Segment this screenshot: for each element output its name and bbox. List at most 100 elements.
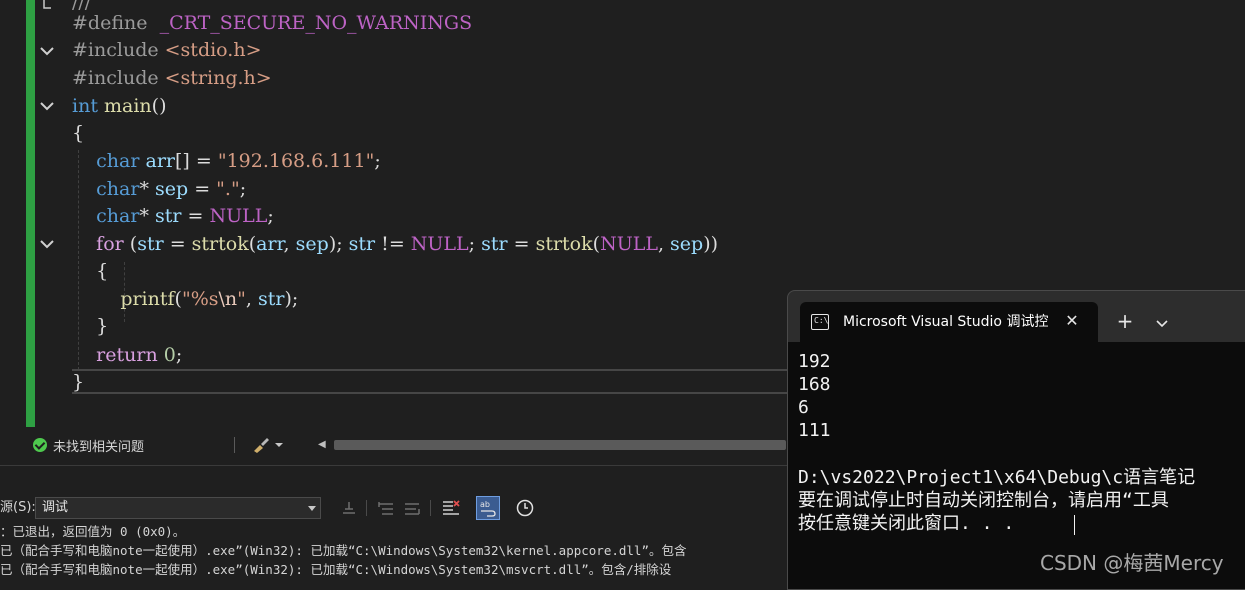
code-token: str bbox=[258, 288, 285, 310]
code-token: ; bbox=[239, 178, 247, 200]
code-token: sep bbox=[670, 233, 704, 255]
current-line-highlight bbox=[72, 369, 792, 394]
code-token: * bbox=[139, 205, 155, 227]
clock-icon[interactable] bbox=[514, 497, 536, 519]
chevron-down-icon bbox=[308, 506, 316, 511]
brush-icon[interactable] bbox=[250, 436, 286, 454]
code-line[interactable]: { bbox=[72, 258, 108, 285]
chevron-down-icon[interactable] bbox=[1152, 313, 1172, 333]
code-token: [] = bbox=[175, 150, 218, 172]
code-token: "." bbox=[216, 178, 240, 200]
text-cursor bbox=[1074, 515, 1075, 535]
code-token: NULL bbox=[209, 205, 268, 227]
code-token: , bbox=[657, 233, 671, 255]
code-token: char bbox=[72, 205, 140, 227]
code-line[interactable]: } bbox=[72, 369, 84, 396]
console-line: 要在调试停止时自动关闭控制台，请启用“工具 bbox=[798, 490, 1169, 511]
console-line: 192 bbox=[798, 351, 831, 372]
output-line: ：已退出，返回值为 0 (0x0)。 bbox=[0, 524, 186, 539]
code-line[interactable]: } bbox=[72, 313, 108, 340]
console-tab[interactable]: C:\ Microsoft Visual Studio 调试控制台 ✕ bbox=[800, 302, 1098, 342]
code-token: strtok bbox=[191, 233, 249, 255]
code-token: "%s bbox=[181, 288, 219, 310]
code-line[interactable]: #include <stdio.h> bbox=[72, 37, 262, 64]
word-wrap-toggle-icon[interactable]: ab bbox=[476, 496, 500, 520]
find-message-icon[interactable] bbox=[338, 497, 360, 519]
output-source-dropdown[interactable]: 调试 bbox=[35, 497, 321, 519]
code-token: = bbox=[163, 233, 192, 255]
collapse-chevron-icon[interactable] bbox=[38, 97, 56, 117]
code-line[interactable]: char arr[] = "192.168.6.111"; bbox=[72, 148, 381, 175]
issues-text: 未找到相关问题 bbox=[53, 439, 145, 455]
toolbar-separator bbox=[430, 500, 431, 516]
code-line[interactable]: printf("%s\n", str); bbox=[72, 286, 298, 313]
code-line[interactable]: char* sep = "."; bbox=[72, 176, 246, 203]
code-token: } bbox=[72, 371, 85, 393]
issues-indicator[interactable]: 未找到相关问题 bbox=[33, 436, 145, 455]
code-token: } bbox=[72, 315, 109, 337]
console-line: 168 bbox=[798, 374, 831, 395]
console-tab-title: Microsoft Visual Studio 调试控制台 bbox=[843, 314, 1048, 330]
code-token: = bbox=[188, 178, 217, 200]
terminal-icon: C:\ bbox=[811, 314, 829, 330]
console-output[interactable]: 192 168 6 111 D:\vs2022\Project1\x64\Deb… bbox=[788, 342, 1245, 589]
code-token: = bbox=[507, 233, 536, 255]
code-token: char bbox=[72, 150, 146, 172]
console-line: 按任意键关闭此窗口. . . bbox=[798, 513, 1015, 534]
code-token: NULL bbox=[410, 233, 469, 255]
fold-bracket-icon bbox=[38, 0, 56, 14]
code-line[interactable]: { bbox=[72, 120, 84, 147]
collapse-chevron-icon[interactable] bbox=[38, 42, 56, 62]
code-token: str bbox=[348, 233, 376, 255]
code-token: char bbox=[72, 178, 140, 200]
code-line[interactable]: char* str = NULL; bbox=[72, 203, 274, 230]
code-token: )) bbox=[703, 233, 719, 255]
code-token: "192.168.6.111" bbox=[217, 150, 375, 172]
previous-message-icon[interactable] bbox=[375, 497, 397, 519]
debug-console-window[interactable]: C:\ Microsoft Visual Studio 调试控制台 ✕ + 19… bbox=[787, 290, 1245, 590]
code-token: str bbox=[137, 233, 164, 255]
code-token: #define bbox=[72, 12, 160, 34]
output-line: 已（配合手写和电脑note一起使用）.exe”(Win32): 已加载“C:\W… bbox=[0, 562, 672, 577]
next-message-icon[interactable] bbox=[401, 497, 423, 519]
horizontal-scrollbar-thumb[interactable] bbox=[334, 440, 786, 450]
code-token: <stdio.h> bbox=[164, 39, 262, 61]
code-token: printf bbox=[72, 288, 175, 310]
code-token: , bbox=[245, 288, 258, 310]
code-token: , bbox=[283, 233, 296, 255]
code-token: ; bbox=[267, 205, 274, 227]
code-token: ( bbox=[174, 288, 182, 310]
console-line: D:\vs2022\Project1\x64\Debug\c语言笔记 bbox=[798, 467, 1196, 488]
change-indicator-bar bbox=[26, 0, 35, 427]
collapse-chevron-icon[interactable] bbox=[38, 235, 56, 255]
code-token: != bbox=[375, 233, 411, 255]
code-token: { bbox=[72, 122, 85, 144]
code-token: sep bbox=[295, 233, 329, 255]
watermark: CSDN @梅茜Mercy bbox=[1040, 551, 1224, 575]
code-line[interactable]: #include <string.h> bbox=[72, 65, 272, 92]
code-line[interactable]: int main() bbox=[72, 93, 167, 120]
new-tab-plus-icon[interactable]: + bbox=[1114, 311, 1136, 333]
code-token: ; bbox=[374, 150, 381, 172]
code-token: ; bbox=[468, 233, 482, 255]
code-token: #include bbox=[72, 67, 165, 89]
toolbar-separator bbox=[366, 500, 367, 516]
code-token: ( bbox=[592, 233, 601, 255]
output-source-value: 调试 bbox=[42, 500, 69, 515]
close-tab-icon[interactable]: ✕ bbox=[1062, 311, 1082, 331]
terminal-icon-text: C:\ bbox=[814, 316, 829, 325]
scroll-left-arrow-icon[interactable]: ◀ bbox=[318, 438, 328, 452]
code-line[interactable]: for (str = strtok(arr, sep); str != NULL… bbox=[72, 231, 718, 258]
code-token: str bbox=[481, 233, 508, 255]
code-line[interactable]: return 0; bbox=[72, 342, 182, 369]
code-token: " bbox=[237, 288, 246, 310]
status-separator bbox=[234, 437, 235, 453]
code-token: { bbox=[72, 260, 109, 282]
code-token: arr bbox=[256, 233, 284, 255]
code-token: main bbox=[104, 95, 152, 117]
code-token: #include bbox=[72, 39, 165, 61]
code-line[interactable]: #define _CRT_SECURE_NO_WARNINGS bbox=[72, 10, 472, 37]
clear-all-icon[interactable] bbox=[440, 497, 462, 519]
output-line: 已（配合手写和电脑note一起使用）.exe”(Win32): 已加载“C:\W… bbox=[0, 543, 687, 558]
code-token: return bbox=[72, 344, 164, 366]
